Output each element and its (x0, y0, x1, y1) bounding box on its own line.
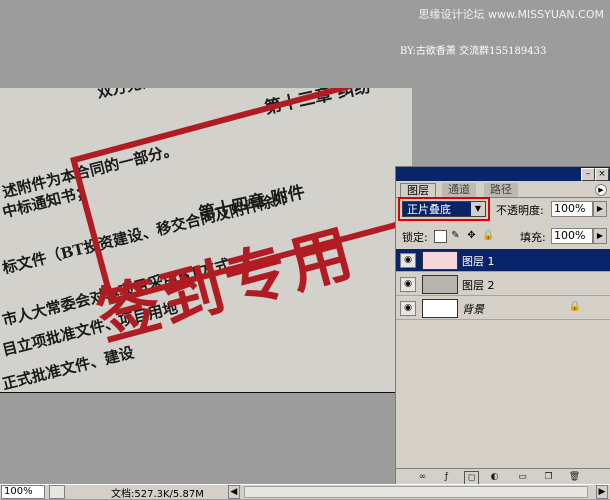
layer-thumbnail (422, 275, 458, 294)
zoom-input[interactable]: 100% (1, 485, 45, 499)
author-credit: BY:古欲香萧 交流群155189433 (400, 46, 547, 57)
trash-icon[interactable]: 🗑 (568, 471, 581, 483)
layer-thumbnail (422, 251, 458, 270)
lock-image-icon[interactable]: ✎ (450, 230, 461, 241)
fill-label: 填充: (520, 231, 546, 244)
site-watermark: 思缘设计论坛 www.MISSYUAN.COM (418, 8, 604, 21)
panel-bottom-bar: ∞ ƒ ◻ ◐ ▭ ❐ 🗑 (396, 468, 610, 485)
lock-row: 锁定: ✎ ✥ 🔒 填充: 100% ▶ (396, 225, 610, 247)
eye-icon[interactable]: ◉ (400, 277, 416, 292)
document-info: 文档:527.3K/5.87M (111, 488, 204, 500)
lock-icon: 🔒 (568, 301, 581, 312)
close-icon[interactable]: × (595, 168, 609, 181)
layers-panel: – × 图层 通道 路径 ▶ 正片叠底 ▼ 不透明度: 100% ▶ 锁定: ✎… (395, 166, 610, 486)
panel-tabs: 图层 通道 路径 ▶ (396, 181, 610, 198)
horizontal-scrollbar[interactable] (243, 486, 588, 498)
layer-row-1[interactable]: ◉ 图层 1 (396, 249, 610, 272)
status-menu-icon[interactable] (49, 485, 65, 499)
scroll-left-icon[interactable]: ◀ (227, 485, 240, 499)
lock-label: 锁定: (402, 231, 428, 244)
fill-arrow-icon[interactable]: ▶ (593, 228, 607, 244)
status-bar: 100% 文档:527.3K/5.87M ◀ ▶ (0, 484, 610, 500)
layer-name: 背景 (462, 303, 484, 316)
opacity-input[interactable]: 100% (551, 201, 593, 217)
layer-row-2[interactable]: ◉ 图层 2 (396, 273, 610, 296)
scroll-right-icon[interactable]: ▶ (596, 485, 608, 499)
layer-name: 图层 2 (462, 279, 495, 292)
lock-all-icon[interactable]: 🔒 (482, 230, 494, 241)
opacity-label: 不透明度: (496, 204, 544, 217)
lock-transparency-icon[interactable] (434, 230, 447, 243)
fill-input[interactable]: 100% (551, 228, 593, 244)
highlight-annotation (398, 197, 490, 221)
panel-menu-icon[interactable]: ▶ (595, 184, 607, 196)
tab-layers[interactable]: 图层 (400, 183, 436, 198)
layer-name: 图层 1 (462, 255, 495, 268)
layer-row-background[interactable]: ◉ 背景 🔒 (396, 297, 610, 320)
eye-icon[interactable]: ◉ (400, 301, 416, 316)
link-icon[interactable]: ∞ (416, 471, 429, 483)
blend-row: 正片叠底 ▼ 不透明度: 100% ▶ (396, 197, 610, 221)
new-group-icon[interactable]: ▭ (516, 471, 529, 483)
minimize-icon[interactable]: – (581, 168, 595, 181)
document-canvas[interactable]: 双方无法达成同内容产生纠纷，双方应本着 第十三章 纠纷 述附件为本合同的一部分。… (0, 88, 412, 393)
adjustment-layer-icon[interactable]: ◐ (488, 471, 501, 483)
eye-icon[interactable]: ◉ (400, 253, 416, 268)
lock-position-icon[interactable]: ✥ (466, 230, 477, 241)
add-mask-icon[interactable]: ◻ (464, 471, 479, 485)
layer-style-icon[interactable]: ƒ (440, 471, 453, 483)
new-layer-icon[interactable]: ❐ (542, 471, 555, 483)
opacity-arrow-icon[interactable]: ▶ (593, 201, 607, 217)
tab-paths[interactable]: 路径 (484, 183, 518, 197)
panel-titlebar[interactable]: – × (396, 167, 610, 181)
tab-channels[interactable]: 通道 (442, 183, 476, 197)
layer-thumbnail (422, 299, 458, 318)
